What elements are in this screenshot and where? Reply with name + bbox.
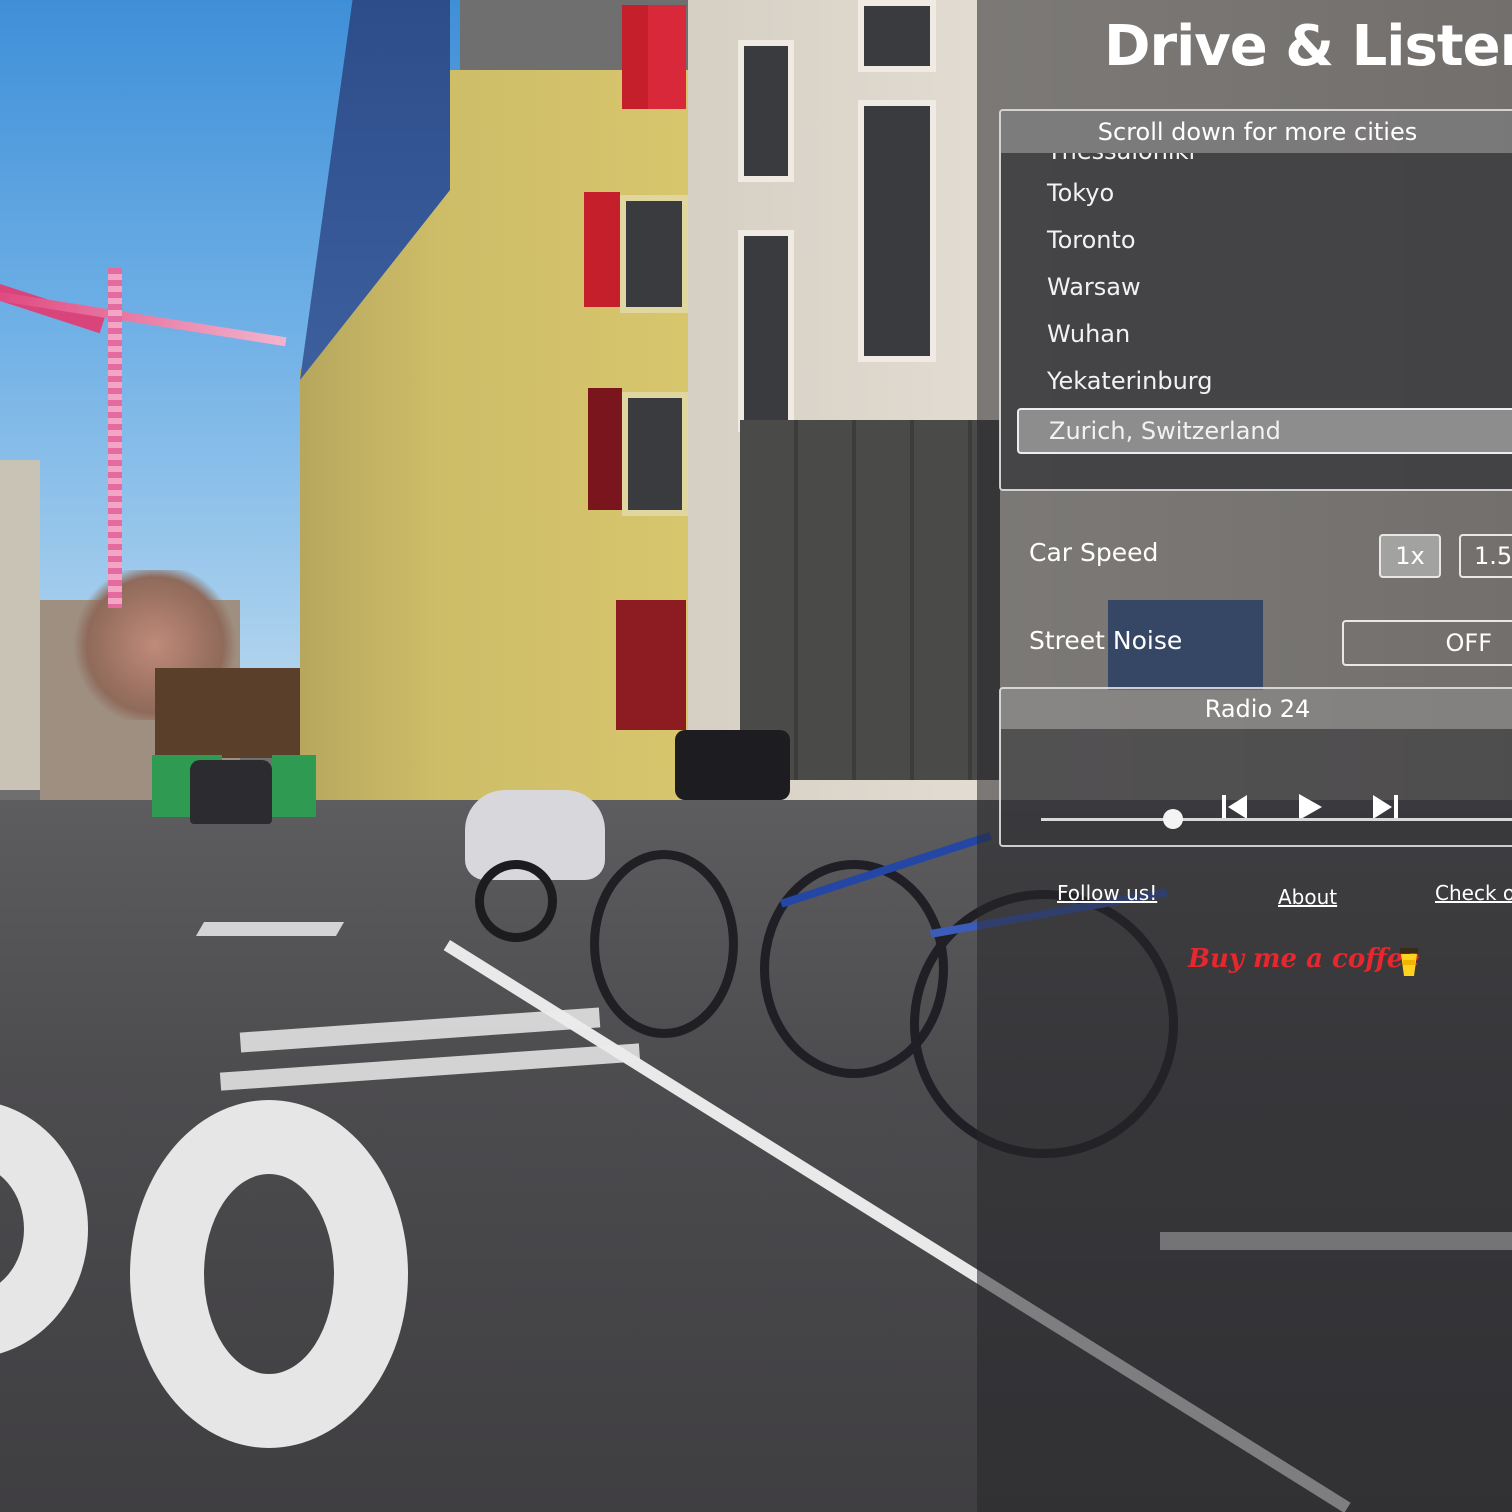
check-out-link[interactable]: Check o <box>1435 881 1512 905</box>
radio-controls <box>1001 729 1512 845</box>
about-link[interactable]: About <box>1278 885 1337 909</box>
radio-station-name: Radio 24 <box>1001 689 1512 729</box>
window <box>858 100 936 362</box>
garage-door <box>740 420 1000 780</box>
city-scroll-hint: Scroll down for more cities <box>1001 111 1512 153</box>
app-window: Drive & Listen Scroll down for more citi… <box>0 0 1512 1512</box>
window <box>858 0 936 72</box>
distant-building <box>0 460 40 790</box>
red-shutter <box>622 5 648 109</box>
window <box>620 195 688 313</box>
city-item[interactable]: Thessaloniki <box>1047 153 1195 171</box>
wheel <box>475 860 557 942</box>
city-selector[interactable]: Scroll down for more cities Thessaloniki… <box>999 109 1512 491</box>
follow-us-link[interactable]: Follow us! <box>1057 881 1157 905</box>
wheel <box>590 850 738 1038</box>
previous-icon[interactable] <box>1219 787 1251 827</box>
crane-mast <box>108 268 122 608</box>
speed-1-5x-button[interactable]: 1.5x <box>1459 534 1512 578</box>
street-noise-label: Street Noise <box>1029 626 1183 655</box>
lane-marking <box>195 922 345 936</box>
app-title: Drive & Listen <box>1104 14 1512 79</box>
red-door <box>616 600 686 730</box>
car-speed-label: Car Speed <box>1029 538 1159 567</box>
radio-player: Radio 24 <box>999 687 1512 847</box>
city-item-yekaterinburg[interactable]: Yekaterinburg <box>1047 361 1212 401</box>
street-noise-toggle[interactable]: OFF <box>1342 620 1512 666</box>
city-item-selected[interactable]: Zurich, Switzerland <box>1017 408 1512 454</box>
dumpster <box>272 755 316 817</box>
window <box>622 392 688 516</box>
city-item-tokyo[interactable]: Tokyo <box>1047 173 1114 213</box>
city-item-toronto[interactable]: Toronto <box>1047 220 1136 260</box>
truck <box>155 668 300 758</box>
window <box>738 230 794 432</box>
city-list[interactable]: Thessaloniki Tokyo Toronto Warsaw Wuhan … <box>1001 153 1512 489</box>
speed-1x-button[interactable]: 1x <box>1379 534 1441 578</box>
coffee-cup-icon[interactable] <box>1398 946 1420 978</box>
volume-slider-thumb[interactable] <box>1162 809 1183 829</box>
play-icon[interactable] <box>1295 787 1325 827</box>
city-item-wuhan[interactable]: Wuhan <box>1047 314 1130 354</box>
volume-slider[interactable] <box>1041 818 1512 821</box>
buy-me-a-coffee-link[interactable]: Buy me a coffee <box>1188 944 1420 974</box>
red-shutter <box>588 388 622 510</box>
road-number-digit <box>130 1100 408 1448</box>
car <box>190 760 272 824</box>
scooter-topcase <box>675 730 790 800</box>
red-shutter <box>648 5 686 109</box>
window <box>738 40 794 182</box>
red-shutter <box>584 192 620 307</box>
next-icon[interactable] <box>1369 787 1401 827</box>
city-item-warsaw[interactable]: Warsaw <box>1047 267 1141 307</box>
